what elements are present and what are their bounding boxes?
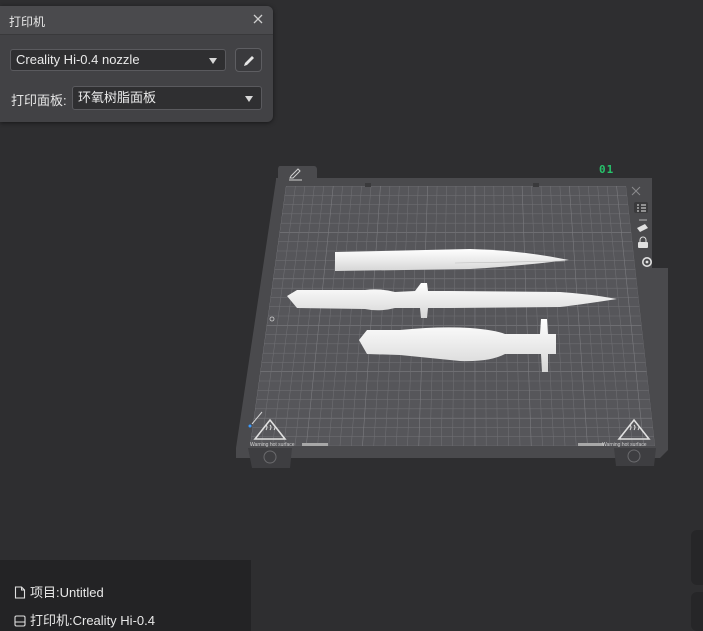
chevron-down-icon (245, 96, 253, 102)
printer-name: 打印机:Creality Hi-0.4 (30, 613, 155, 628)
chevron-down-icon (209, 58, 217, 64)
list-icon[interactable] (634, 202, 648, 213)
side-tab-2[interactable] (691, 592, 703, 631)
warning-text-right: Warning hot surface (602, 442, 647, 448)
project-name-row[interactable]: 项目:Untitled (14, 582, 104, 601)
panel-title: 打印机 (9, 15, 46, 29)
plate-number: 01 (599, 163, 615, 176)
printer-panel: 打印机 Creality Hi-0.4 nozzle 打印面板: 环氧树脂面板 (0, 6, 273, 122)
plate-type-label: 打印面板: (11, 93, 67, 108)
file-icon (14, 586, 26, 599)
plate-type-value: 环氧树脂面板 (78, 90, 157, 105)
plate-type-select[interactable]: 环氧树脂面板 (72, 86, 262, 110)
printer-icon (14, 615, 26, 627)
project-name: 项目:Untitled (30, 585, 104, 600)
close-icon[interactable] (251, 11, 265, 27)
printer-name-row[interactable]: 打印机:Creality Hi-0.4 (14, 610, 155, 629)
panel-header: 打印机 (0, 6, 273, 35)
pencil-icon (244, 56, 254, 66)
edit-printer-button[interactable] (235, 48, 262, 72)
nozzle-select-value: Creality Hi-0.4 nozzle (16, 52, 140, 67)
nozzle-select[interactable]: Creality Hi-0.4 nozzle (10, 49, 226, 71)
side-tab-1[interactable] (691, 530, 703, 585)
warning-text-left: Warning hot surface (250, 442, 295, 448)
project-info-panel: 项目:Untitled 打印机:Creality Hi-0.4 (0, 560, 251, 631)
